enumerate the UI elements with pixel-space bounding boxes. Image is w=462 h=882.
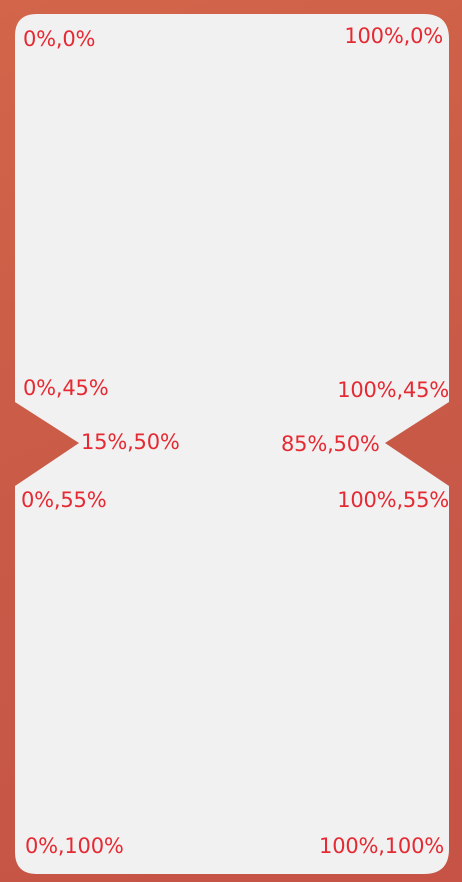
label-mid-left-upper: 0%,45% bbox=[23, 376, 109, 400]
label-bottom-right: 100%,100% bbox=[319, 834, 444, 858]
label-notch-left-tip: 15%,50% bbox=[81, 430, 180, 454]
label-mid-left-lower: 0%,55% bbox=[21, 488, 107, 512]
label-notch-right-tip: 85%,50% bbox=[281, 432, 380, 456]
label-top-right: 100%,0% bbox=[344, 24, 443, 48]
label-mid-right-upper: 100%,45% bbox=[337, 378, 449, 402]
label-bottom-left: 0%,100% bbox=[25, 834, 124, 858]
label-top-left: 0%,0% bbox=[23, 27, 96, 51]
label-mid-right-lower: 100%,55% bbox=[337, 488, 449, 512]
notched-panel-shape bbox=[15, 14, 449, 874]
